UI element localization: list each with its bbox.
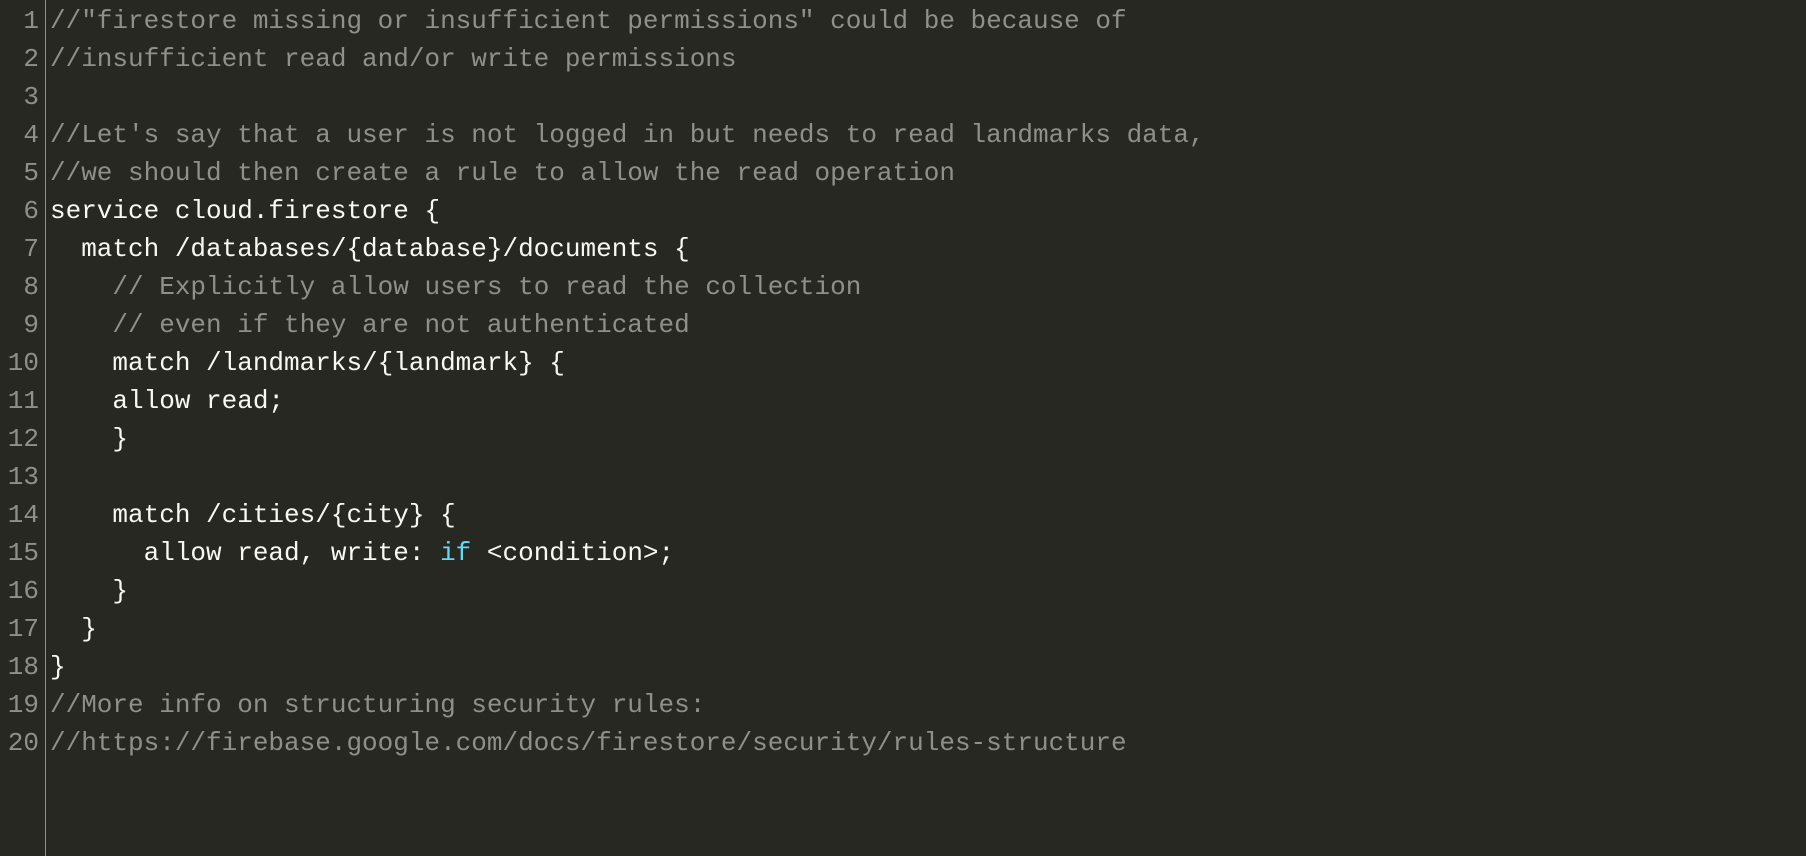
code-token: allow read, write: [50, 538, 440, 568]
line-number: 11 [4, 382, 39, 420]
code-line[interactable]: match /databases/{database}/documents { [50, 230, 1806, 268]
code-line[interactable]: allow read; [50, 382, 1806, 420]
code-line[interactable]: //insufficient read and/or write permiss… [50, 40, 1806, 78]
code-token [50, 272, 112, 302]
code-token: // even if they are not authenticated [112, 310, 689, 340]
code-token: match /cities/{city} { [50, 500, 456, 530]
code-token: } [50, 614, 97, 644]
line-number: 7 [4, 230, 39, 268]
line-number: 12 [4, 420, 39, 458]
line-number: 14 [4, 496, 39, 534]
code-line[interactable]: //we should then create a rule to allow … [50, 154, 1806, 192]
code-line[interactable]: } [50, 648, 1806, 686]
code-token: //"firestore missing or insufficient per… [50, 6, 1127, 36]
line-number: 4 [4, 116, 39, 154]
code-token: //Let's say that a user is not logged in… [50, 120, 1205, 150]
line-number: 10 [4, 344, 39, 382]
line-number: 9 [4, 306, 39, 344]
code-token: //insufficient read and/or write permiss… [50, 44, 737, 74]
line-number: 19 [4, 686, 39, 724]
line-number: 1 [4, 2, 39, 40]
code-area[interactable]: //"firestore missing or insufficient per… [46, 0, 1806, 856]
code-line[interactable] [50, 78, 1806, 116]
code-token: } [50, 424, 128, 454]
code-line[interactable]: service cloud.firestore { [50, 192, 1806, 230]
code-token: } [50, 652, 66, 682]
line-number: 13 [4, 458, 39, 496]
code-token: <condition>; [471, 538, 674, 568]
code-line[interactable]: //More info on structuring security rule… [50, 686, 1806, 724]
line-number: 16 [4, 572, 39, 610]
code-line[interactable]: // Explicitly allow users to read the co… [50, 268, 1806, 306]
line-number: 8 [4, 268, 39, 306]
code-line[interactable]: } [50, 610, 1806, 648]
code-line[interactable]: allow read, write: if <condition>; [50, 534, 1806, 572]
code-token: match /landmarks/{landmark} { [50, 348, 565, 378]
code-token: // Explicitly allow users to read the co… [112, 272, 861, 302]
code-token: //https://firebase.google.com/docs/fires… [50, 728, 1127, 758]
line-number: 3 [4, 78, 39, 116]
code-line[interactable]: } [50, 572, 1806, 610]
line-number-gutter: 1234567891011121314151617181920 [0, 0, 46, 856]
code-line[interactable]: } [50, 420, 1806, 458]
code-token: service cloud.firestore { [50, 196, 440, 226]
line-number: 5 [4, 154, 39, 192]
code-line[interactable]: //"firestore missing or insufficient per… [50, 2, 1806, 40]
code-line[interactable]: //https://firebase.google.com/docs/fires… [50, 724, 1806, 762]
line-number: 2 [4, 40, 39, 78]
code-token: //we should then create a rule to allow … [50, 158, 955, 188]
code-line[interactable]: match /landmarks/{landmark} { [50, 344, 1806, 382]
code-token: //More info on structuring security rule… [50, 690, 705, 720]
line-number: 15 [4, 534, 39, 572]
code-line[interactable]: match /cities/{city} { [50, 496, 1806, 534]
code-token: match /databases/{database}/documents { [50, 234, 690, 264]
line-number: 17 [4, 610, 39, 648]
code-token: allow read; [50, 386, 284, 416]
line-number: 18 [4, 648, 39, 686]
line-number: 6 [4, 192, 39, 230]
line-number: 20 [4, 724, 39, 762]
code-line[interactable]: //Let's say that a user is not logged in… [50, 116, 1806, 154]
code-line[interactable] [50, 458, 1806, 496]
code-token [50, 310, 112, 340]
code-editor[interactable]: 1234567891011121314151617181920 //"fires… [0, 0, 1806, 856]
code-token: } [50, 576, 128, 606]
code-line[interactable]: // even if they are not authenticated [50, 306, 1806, 344]
code-token: if [440, 538, 471, 568]
